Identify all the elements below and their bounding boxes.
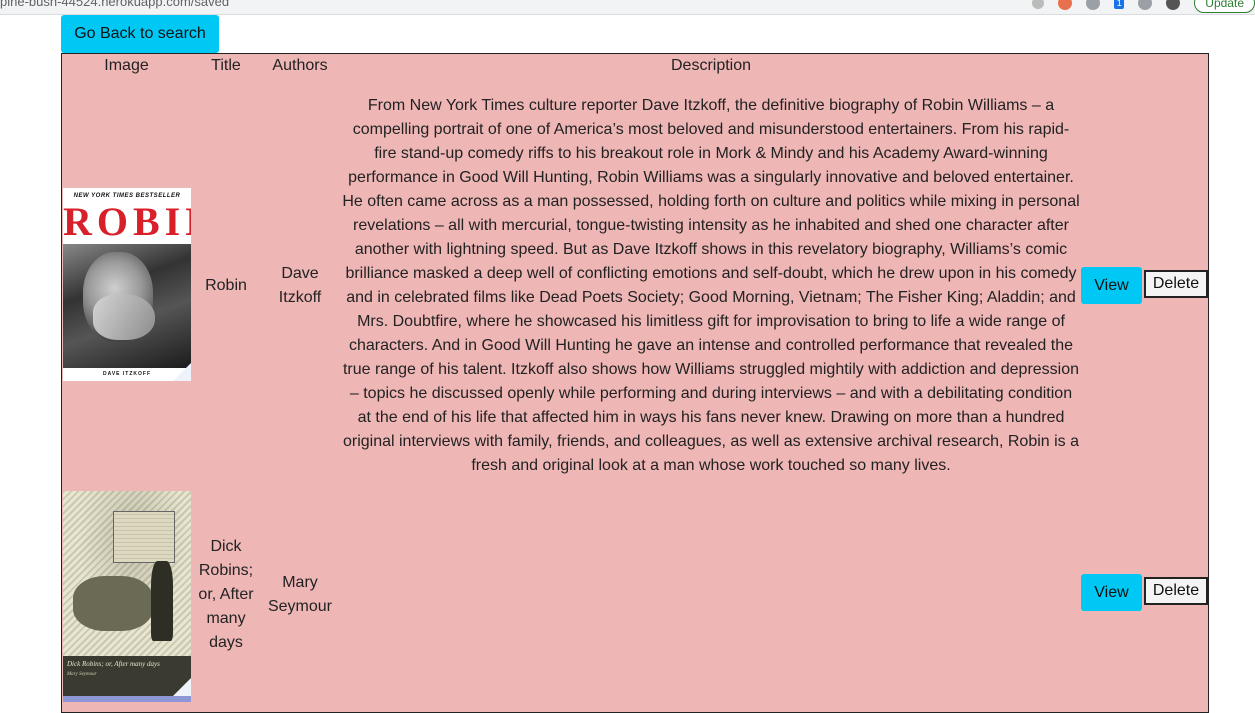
book-cover-image: NEW YORK TIMES BESTSELLER ROBIN DAVE ITZ… xyxy=(63,188,191,381)
header-title: Title xyxy=(211,57,241,74)
cover-author-text: Mary Seymour xyxy=(67,672,97,677)
cover-title-text: Dick Robins; or, After many days xyxy=(67,660,160,668)
page-curl-icon xyxy=(173,363,191,381)
delete-button[interactable]: Delete xyxy=(1144,270,1208,298)
cover-banner: Dick Robins; or, After many days Mary Se… xyxy=(63,656,191,696)
cover-horse xyxy=(73,576,153,631)
table-row: NEW YORK TIMES BESTSELLER ROBIN DAVE ITZ… xyxy=(62,81,1208,491)
header-image: Image xyxy=(104,57,149,74)
go-back-to-search-button[interactable]: Go Back to search xyxy=(61,15,219,53)
book-cover-image: Dick Robins; or, After many days Mary Se… xyxy=(63,491,191,702)
cover-hand xyxy=(93,294,155,340)
browser-toolbar: pine-bush-44524.herokuapp.com/saved 1 Up… xyxy=(0,0,1255,15)
cover-photo xyxy=(63,244,191,368)
browser-extension-icons: 1 Update xyxy=(1032,0,1255,13)
extension-badge-icon[interactable]: 1 xyxy=(1114,0,1125,9)
cover-house xyxy=(113,511,175,563)
book-authors-text: Mary Seymour xyxy=(267,574,333,615)
cover-illustration xyxy=(63,491,191,656)
book-authors: Mary Seymour xyxy=(263,484,337,706)
browser-update-button[interactable]: Update xyxy=(1194,0,1255,13)
cover-edge-strip xyxy=(63,696,191,702)
page-curl-icon xyxy=(173,678,191,696)
saved-books-table: Image Title Authors Description NEW YORK… xyxy=(61,53,1209,713)
header-authors: Authors xyxy=(272,57,328,74)
delete-button[interactable]: Delete xyxy=(1144,577,1208,605)
cover-author-text: DAVE ITZKOFF xyxy=(102,371,151,377)
extension-icon[interactable] xyxy=(1086,0,1101,10)
view-button[interactable]: View xyxy=(1081,574,1142,611)
book-title: Dick Robins; or, After many days xyxy=(198,538,254,651)
header-description: Description xyxy=(670,57,752,74)
book-description: From New York Times culture reporter Dav… xyxy=(342,97,1080,474)
book-description xyxy=(342,491,1080,701)
cover-title-text: ROBIN xyxy=(63,199,191,244)
book-authors-text: Dave Itzkoff xyxy=(278,265,322,306)
extension-icon[interactable] xyxy=(1058,0,1073,10)
extensions-puzzle-icon[interactable] xyxy=(1138,0,1153,10)
table-row: Dick Robins; or, After many days Mary Se… xyxy=(62,491,1208,712)
address-bar-url[interactable]: pine-bush-44524.herokuapp.com/saved xyxy=(0,0,229,9)
profile-avatar[interactable] xyxy=(1166,0,1181,10)
book-title: Robin xyxy=(205,277,247,294)
view-button[interactable]: View xyxy=(1081,267,1142,304)
cover-figure xyxy=(151,561,173,641)
book-authors: Dave Itzkoff xyxy=(263,81,337,491)
bookmark-star-icon[interactable] xyxy=(1032,0,1045,9)
